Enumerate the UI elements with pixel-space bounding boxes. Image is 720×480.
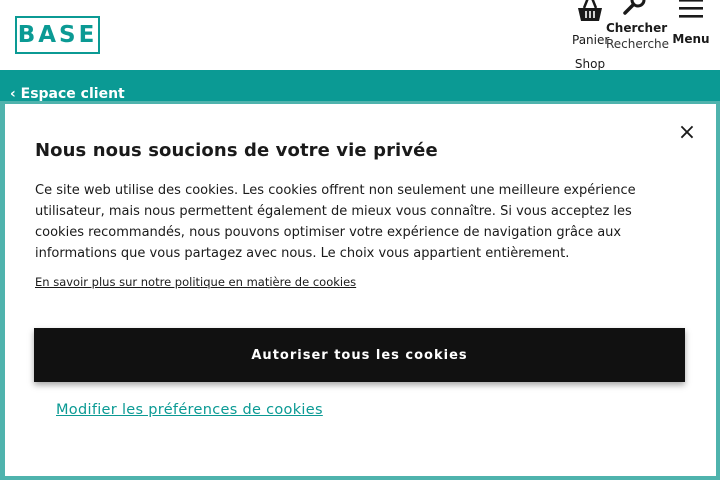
basket-label: Panier (572, 33, 610, 47)
menu-button[interactable]: Menu (672, 0, 710, 47)
accept-all-cookies-button[interactable]: Autoriser tous les cookies (34, 328, 685, 382)
dialog-title: Nous nous soucions de votre vie privée (35, 140, 438, 161)
search-icon (623, 0, 646, 15)
search-button[interactable]: Chercher Recherche (606, 0, 670, 52)
cookie-policy-link[interactable]: En savoir plus sur notre politique en ma… (35, 275, 356, 289)
basket-icon (578, 0, 602, 21)
cookie-preferences-link[interactable]: Modifier les préférences de cookies (56, 402, 323, 418)
hamburger-icon (679, 0, 703, 18)
cookie-consent-dialog: × Nous nous soucions de votre vie privée… (5, 104, 716, 476)
close-icon[interactable]: × (676, 122, 698, 144)
search-sublabel: Recherche (606, 37, 670, 51)
back-link-espace-client[interactable]: ‹ Espace client (10, 86, 125, 102)
search-label: Chercher (606, 21, 668, 35)
base-logo[interactable]: BASE (15, 16, 100, 54)
basket-button[interactable]: Panier Shop (572, 0, 610, 72)
dialog-body-text: Ce site web utilise des cookies. Les coo… (35, 183, 636, 261)
site-header: BASE Panier Shop Chercher Recherche Menu (0, 0, 720, 72)
menu-label: Menu (672, 32, 710, 46)
